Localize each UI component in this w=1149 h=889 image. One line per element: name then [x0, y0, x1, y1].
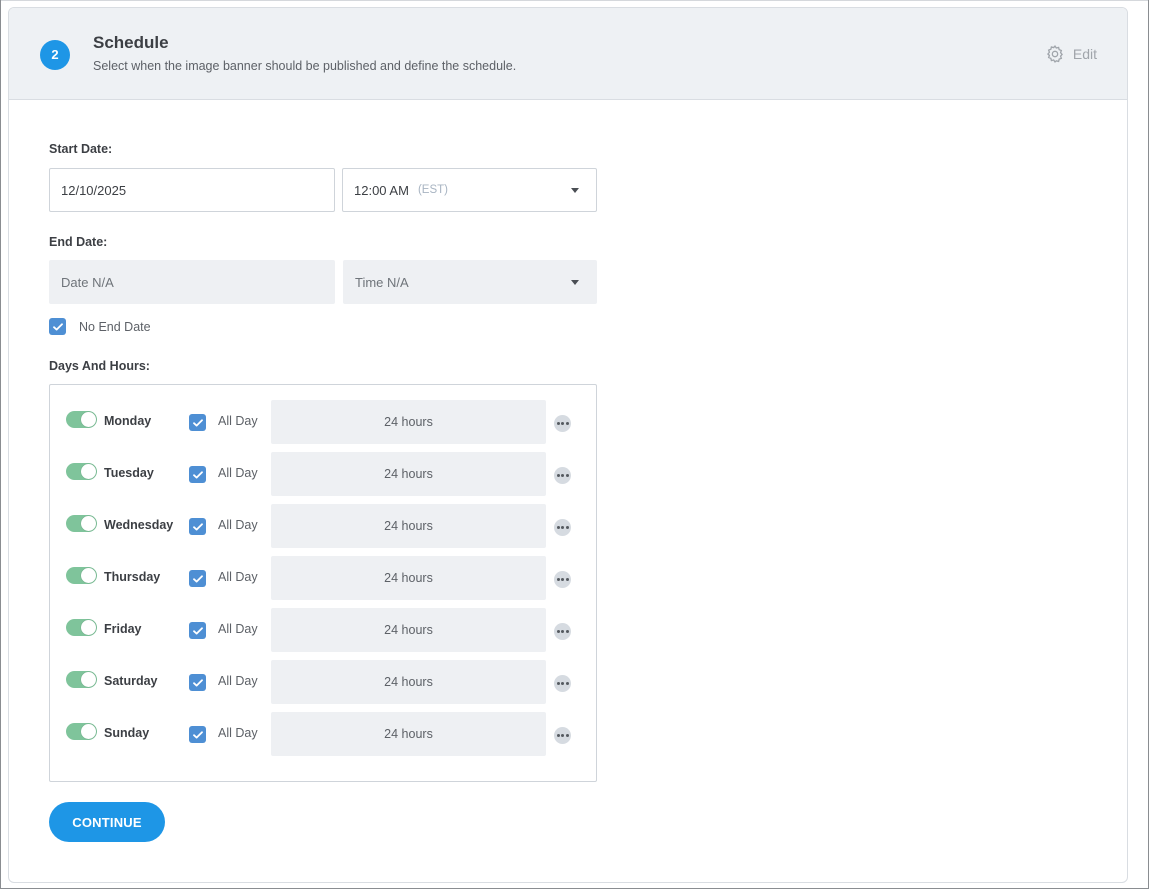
toggle-knob [81, 464, 96, 479]
hours-field[interactable]: 24 hours [271, 556, 546, 600]
days-and-hours-label: Days And Hours: [49, 359, 150, 373]
chevron-down-icon [571, 188, 579, 193]
day-toggle[interactable] [66, 671, 97, 688]
check-icon [192, 522, 203, 530]
all-day-label: All Day [218, 674, 258, 688]
day-name: Monday [104, 414, 152, 428]
hours-field[interactable]: 24 hours [271, 452, 546, 496]
all-day-label: All Day [218, 622, 258, 636]
hours-field[interactable]: 24 hours [271, 660, 546, 704]
hours-field[interactable]: 24 hours [271, 504, 546, 548]
all-day-label: All Day [218, 414, 258, 428]
start-time-value: 12:00 AM [354, 182, 409, 198]
no-end-date-checkbox[interactable] [49, 318, 66, 335]
toggle-knob [81, 672, 96, 687]
toggle-knob [81, 724, 96, 739]
check-icon [192, 470, 203, 478]
day-row-friday: Friday All Day 24 hours [50, 608, 596, 652]
day-row-thursday: Thursday All Day 24 hours [50, 556, 596, 600]
day-row-monday: Monday All Day 24 hours [50, 400, 596, 444]
day-name: Friday [104, 622, 142, 636]
schedule-card: 2 Schedule Select when the image banner … [8, 7, 1128, 883]
day-name: Thursday [104, 570, 161, 584]
all-day-checkbox[interactable] [189, 726, 206, 743]
all-day-checkbox[interactable] [189, 622, 206, 639]
hours-field[interactable]: 24 hours [271, 608, 546, 652]
all-day-checkbox[interactable] [189, 518, 206, 535]
chevron-down-icon [571, 280, 579, 285]
check-icon [192, 626, 203, 634]
start-date-input[interactable]: 12/10/2025 [49, 168, 335, 212]
no-end-date-option[interactable]: No End Date [49, 318, 151, 335]
day-name: Wednesday [104, 518, 174, 532]
toggle-knob [81, 568, 96, 583]
more-options-icon[interactable] [554, 675, 571, 692]
day-toggle[interactable] [66, 411, 97, 428]
days-and-hours-panel: Monday All Day 24 hours Tuesday All Day … [49, 384, 597, 782]
edit-button[interactable]: Edit [1045, 44, 1097, 64]
all-day-label: All Day [218, 726, 258, 740]
day-row-tuesday: Tuesday All Day 24 hours [50, 452, 596, 496]
day-name: Tuesday [104, 466, 154, 480]
day-row-saturday: Saturday All Day 24 hours [50, 660, 596, 704]
end-time-select[interactable]: Time N/A [343, 260, 597, 304]
more-options-icon[interactable] [554, 467, 571, 484]
end-date-label: End Date: [49, 235, 108, 249]
hours-field[interactable]: 24 hours [271, 400, 546, 444]
start-date-value: 12/10/2025 [61, 182, 127, 198]
check-icon [192, 418, 203, 426]
toggle-knob [81, 516, 96, 531]
start-date-label: Start Date: [49, 142, 113, 156]
day-toggle[interactable] [66, 619, 97, 636]
gear-icon [1045, 44, 1065, 64]
hours-field[interactable]: 24 hours [271, 712, 546, 756]
step-number-badge: 2 [40, 40, 70, 70]
day-name: Sunday [104, 726, 150, 740]
end-date-placeholder: Date N/A [61, 274, 114, 290]
more-options-icon[interactable] [554, 415, 571, 432]
check-icon [192, 730, 203, 738]
check-icon [52, 322, 63, 330]
all-day-checkbox[interactable] [189, 674, 206, 691]
check-icon [192, 574, 203, 582]
no-end-date-label: No End Date [79, 319, 151, 334]
all-day-label: All Day [218, 466, 258, 480]
edit-label: Edit [1072, 46, 1097, 62]
more-options-icon[interactable] [554, 727, 571, 744]
more-options-icon[interactable] [554, 571, 571, 588]
card-header: 2 Schedule Select when the image banner … [9, 8, 1127, 100]
end-date-input[interactable]: Date N/A [49, 260, 335, 304]
toggle-knob [81, 620, 96, 635]
start-time-select[interactable]: 12:00 AM (EST) [342, 168, 597, 212]
timezone-label: (EST) [417, 184, 448, 196]
section-title: Schedule [93, 33, 169, 52]
check-icon [192, 678, 203, 686]
day-toggle[interactable] [66, 463, 97, 480]
day-toggle[interactable] [66, 723, 97, 740]
all-day-checkbox[interactable] [189, 414, 206, 431]
end-time-placeholder: Time N/A [355, 274, 409, 290]
all-day-label: All Day [218, 570, 258, 584]
more-options-icon[interactable] [554, 519, 571, 536]
day-row-wednesday: Wednesday All Day 24 hours [50, 504, 596, 548]
continue-button[interactable]: CONTINUE [49, 802, 165, 842]
day-row-sunday: Sunday All Day 24 hours [50, 712, 596, 756]
toggle-knob [81, 412, 96, 427]
all-day-label: All Day [218, 518, 258, 532]
section-subtitle: Select when the image banner should be p… [93, 59, 517, 73]
all-day-checkbox[interactable] [189, 466, 206, 483]
day-name: Saturday [104, 674, 158, 688]
all-day-checkbox[interactable] [189, 570, 206, 587]
day-toggle[interactable] [66, 515, 97, 532]
day-toggle[interactable] [66, 567, 97, 584]
more-options-icon[interactable] [554, 623, 571, 640]
